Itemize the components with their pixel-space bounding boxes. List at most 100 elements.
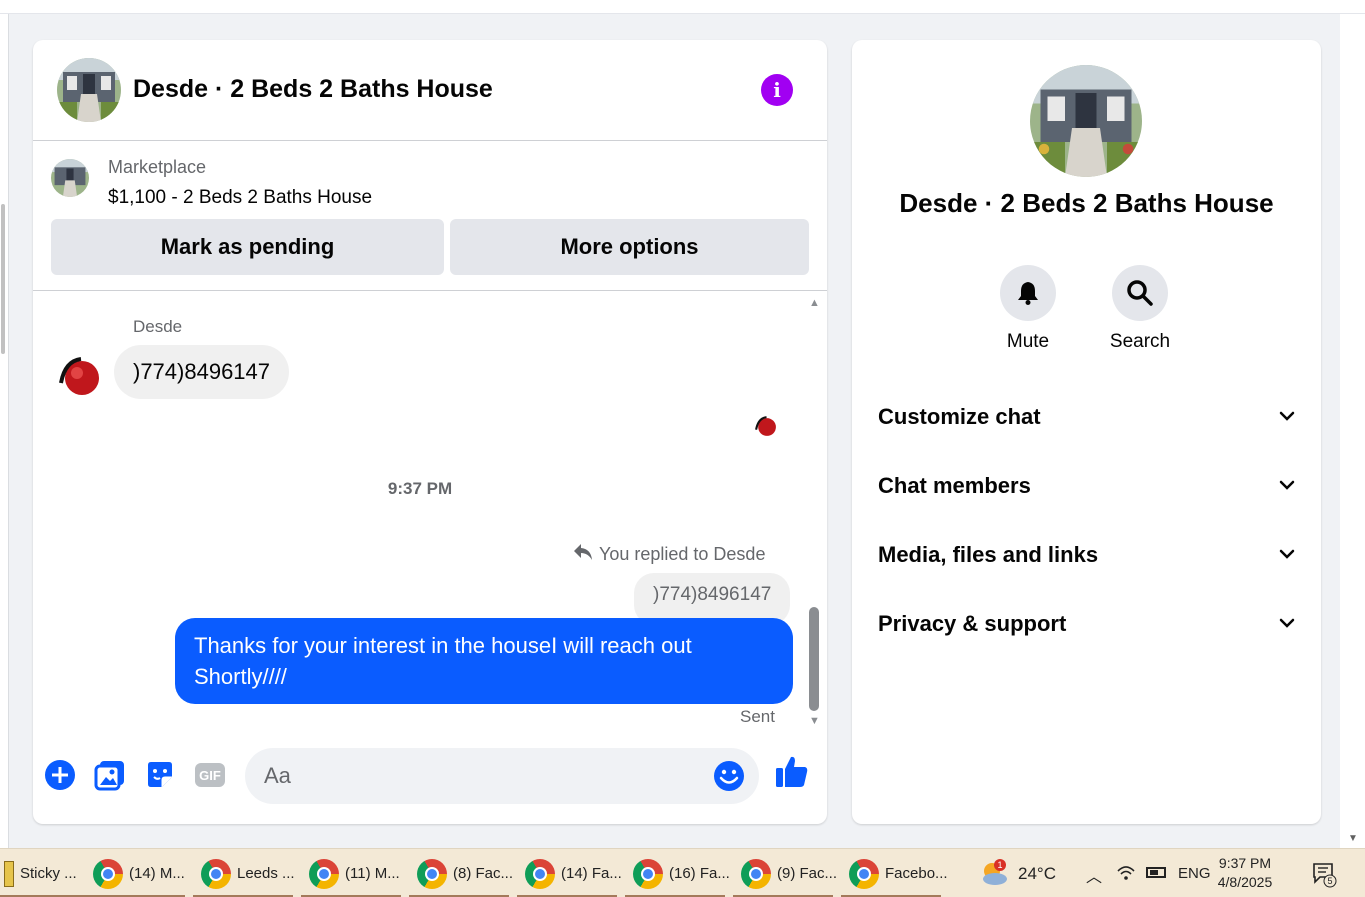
panel-title: Desde · 2 Beds 2 Baths House — [899, 188, 1274, 218]
section-customize-chat[interactable]: Customize chat — [868, 389, 1305, 445]
marketplace-label: Marketplace — [108, 157, 207, 177]
taskbar-item-chrome[interactable]: (9) Fac... — [731, 849, 838, 897]
chevron-down-icon — [1279, 408, 1295, 426]
wifi-icon[interactable] — [1116, 863, 1136, 886]
chrome-icon — [201, 858, 231, 889]
language-indicator[interactable]: ENG — [1178, 865, 1211, 882]
thumbs-up-icon[interactable] — [774, 754, 810, 790]
page-scrollbar[interactable]: ▼ — [1340, 14, 1365, 848]
taskbar-item-label: Leeds ... — [237, 865, 295, 882]
reply-note: You replied to Desde — [573, 543, 765, 566]
conversation-info-panel: Desde · 2 Beds 2 Baths House Mute Search… — [852, 40, 1321, 824]
mark-as-pending-button[interactable]: Mark as pending — [51, 219, 444, 275]
taskbar-item-chrome[interactable]: Leeds ... — [191, 849, 295, 897]
notification-count: 5 — [1327, 876, 1332, 886]
weather-icon[interactable]: 1 — [978, 857, 1012, 889]
message-status: Sent — [740, 707, 775, 726]
battery-icon[interactable] — [1146, 867, 1166, 878]
taskbar-item-chrome[interactable]: (16) Fa... — [623, 849, 730, 897]
message-list[interactable]: ▲ ▼ Desde )774)8496147 9:37 PM You repli… — [33, 291, 827, 731]
taskbar-item-chrome[interactable]: (14) M... — [83, 849, 187, 897]
left-scroll-thumb[interactable] — [1, 204, 5, 354]
chevron-down-icon — [1279, 615, 1295, 633]
chat-window: Desde · 2 Beds 2 Baths House i Marketpla… — [33, 40, 827, 824]
emoji-icon[interactable] — [713, 760, 745, 792]
more-options-button[interactable]: More options — [450, 219, 809, 275]
clock-date: 4/8/2025 — [1217, 874, 1273, 890]
gif-label: GIF — [199, 768, 221, 783]
scroll-up-arrow-icon[interactable]: ▲ — [809, 297, 820, 309]
listing-price-title[interactable]: $1,100 - 2 Beds 2 Baths House — [108, 187, 372, 209]
outgoing-message[interactable]: Thanks for your interest in the houseI w… — [175, 618, 793, 704]
conversation-title[interactable]: Desde · 2 Beds 2 Baths House — [133, 75, 493, 104]
sticky-notes-icon — [4, 860, 14, 887]
chrome-icon — [93, 858, 123, 889]
windows-taskbar: Sticky ... (14) M... Leeds ... (11) M...… — [0, 848, 1365, 897]
chrome-icon — [309, 858, 339, 889]
search-button[interactable]: Search — [1095, 265, 1185, 353]
chevron-up-icon[interactable]: ︿ — [1086, 863, 1102, 887]
message-input-box[interactable] — [245, 748, 759, 804]
message-scroll-thumb[interactable] — [809, 607, 819, 711]
message-timestamp: 9:37 PM — [387, 479, 453, 498]
taskbar-item-chrome[interactable]: (8) Fac... — [407, 849, 514, 897]
plus-icon[interactable] — [44, 759, 76, 791]
sender-name: Desde — [133, 317, 183, 336]
conversation-avatar[interactable] — [57, 58, 121, 122]
scroll-down-arrow-icon[interactable]: ▼ — [1348, 833, 1358, 844]
taskbar-item-label: (8) Fac... — [453, 865, 514, 882]
clock[interactable]: 9:37 PM 4/8/2025 — [1214, 854, 1276, 892]
sticker-icon[interactable] — [144, 759, 176, 791]
taskbar-item-chrome[interactable]: Facebo... — [839, 849, 948, 897]
chrome-icon — [525, 858, 555, 889]
profile-avatar[interactable] — [1030, 65, 1142, 177]
taskbar-item-chrome[interactable]: (11) M... — [299, 849, 403, 897]
chrome-icon — [741, 858, 771, 889]
chevron-down-icon — [1279, 546, 1295, 564]
section-label: Privacy & support — [878, 611, 1067, 636]
message-scrollbar[interactable]: ▲ ▼ — [807, 297, 823, 727]
taskbar-item-label: (11) M... — [345, 865, 400, 882]
reply-note-text: You replied to Desde — [599, 544, 766, 564]
weather-badge: 1 — [997, 860, 1002, 870]
scroll-down-arrow-icon[interactable]: ▼ — [809, 715, 820, 727]
chat-header: Desde · 2 Beds 2 Baths House i — [33, 40, 827, 141]
listing-thumbnail[interactable] — [51, 159, 89, 197]
reply-arrow-icon — [573, 543, 593, 566]
message-composer: GIF — [33, 731, 827, 824]
chrome-icon — [849, 858, 879, 889]
bell-icon[interactable] — [1000, 265, 1056, 321]
taskbar-item-label: Facebo... — [885, 865, 948, 882]
section-chat-members[interactable]: Chat members — [868, 458, 1305, 514]
mute-label: Mute — [1006, 331, 1050, 352]
seen-indicator-avatar — [754, 414, 778, 438]
taskbar-item-label: (9) Fac... — [777, 865, 838, 882]
temperature[interactable]: 24°C — [1018, 864, 1056, 884]
search-label: Search — [1109, 331, 1171, 352]
incoming-message[interactable]: )774)8496147 — [114, 345, 290, 399]
sender-avatar[interactable] — [57, 353, 103, 399]
section-label: Customize chat — [878, 404, 1041, 429]
search-icon[interactable] — [1112, 265, 1168, 321]
section-media-files-links[interactable]: Media, files and links — [868, 527, 1305, 583]
info-icon[interactable]: i — [761, 74, 793, 106]
clock-time: 9:37 PM — [1218, 855, 1272, 871]
taskbar-item-chrome[interactable]: (14) Fa... — [515, 849, 622, 897]
chrome-icon — [417, 858, 447, 889]
taskbar-item-label: Sticky ... — [20, 865, 77, 882]
message-input[interactable] — [245, 748, 705, 804]
section-label: Media, files and links — [878, 542, 1099, 567]
left-scrollbar[interactable] — [0, 14, 9, 848]
photo-icon[interactable] — [94, 759, 126, 791]
marketplace-listing: Marketplace $1,100 - 2 Beds 2 Baths Hous… — [33, 141, 827, 291]
chevron-down-icon — [1279, 477, 1295, 495]
mute-button[interactable]: Mute — [983, 265, 1073, 353]
taskbar-item-label: (14) Fa... — [561, 865, 622, 882]
section-label: Chat members — [878, 473, 1031, 498]
gif-icon[interactable]: GIF — [194, 759, 226, 791]
section-privacy-support[interactable]: Privacy & support — [868, 596, 1305, 652]
notification-icon[interactable]: 5 — [1312, 862, 1337, 888]
taskbar-item-label: (14) M... — [129, 865, 185, 882]
chrome-icon — [633, 858, 663, 889]
taskbar-item-label: (16) Fa... — [669, 865, 730, 882]
